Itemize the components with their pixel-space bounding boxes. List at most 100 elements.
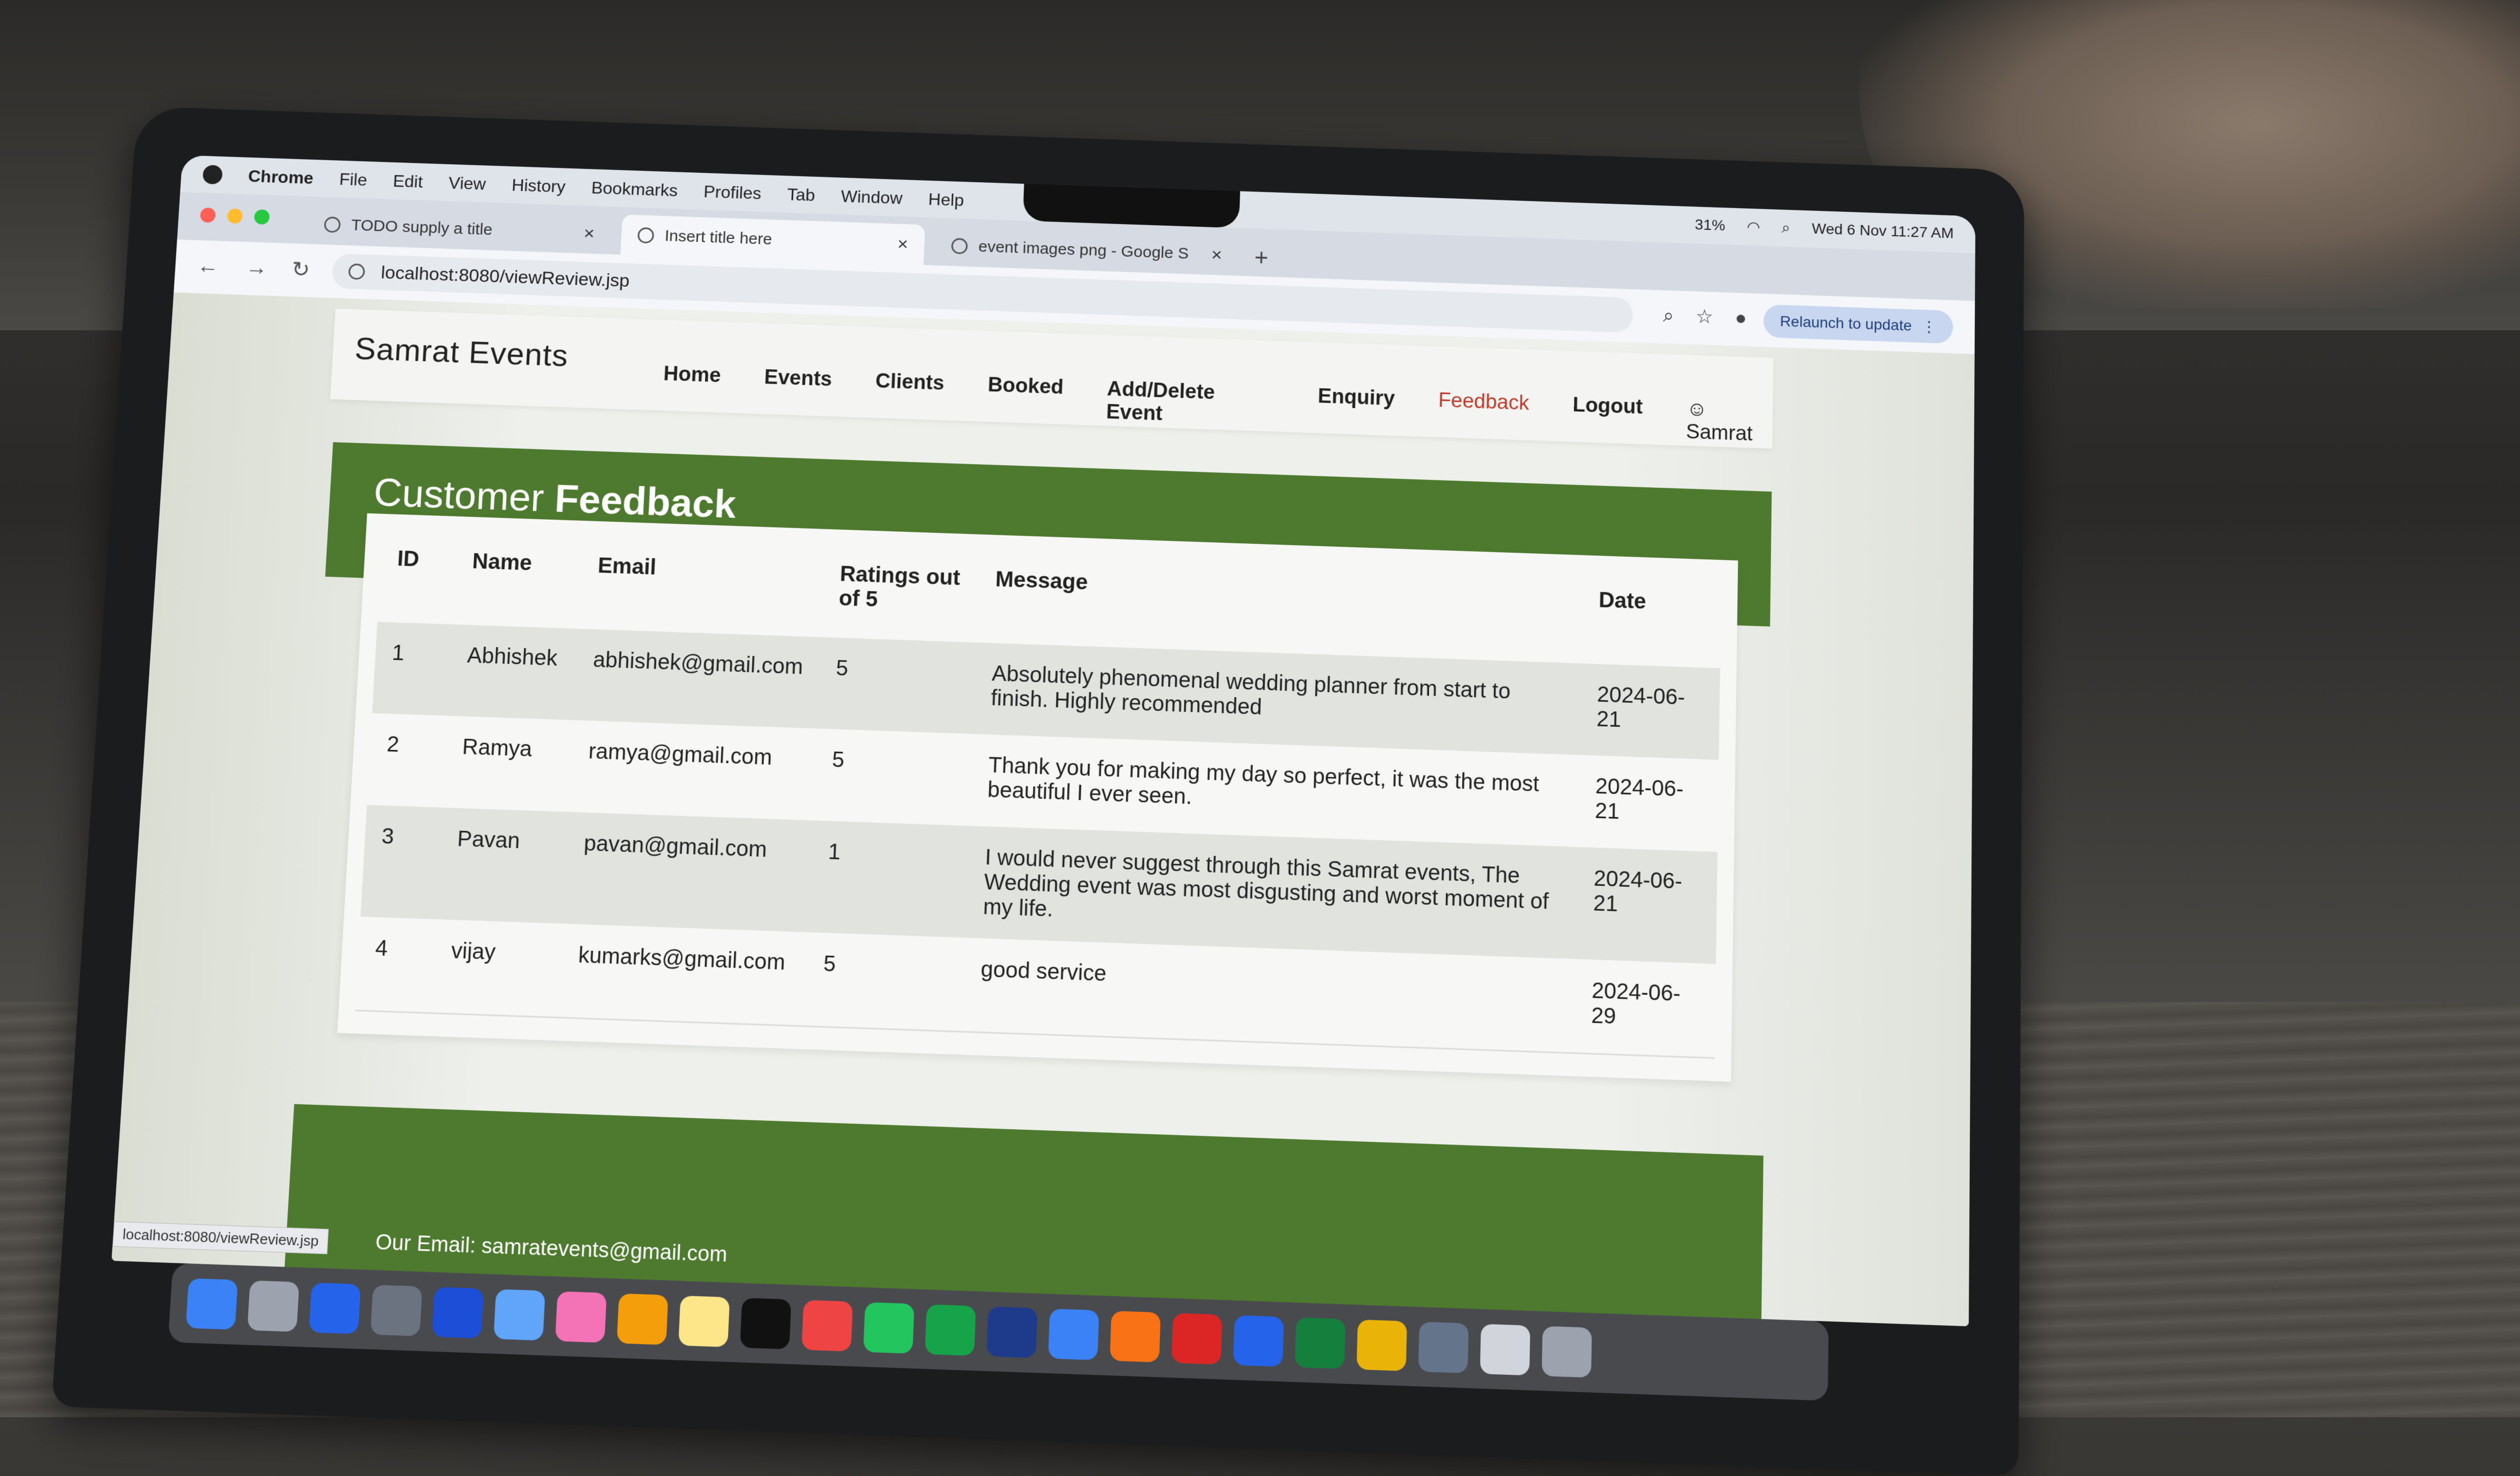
clock[interactable]: Wed 6 Nov 11:27 AM xyxy=(1812,220,1954,242)
cell-name: Ramya xyxy=(461,734,533,761)
chrome-icon[interactable] xyxy=(863,1302,915,1354)
keynote-icon[interactable] xyxy=(432,1287,484,1339)
close-tab-icon[interactable]: × xyxy=(1211,244,1223,265)
back-icon[interactable]: ← xyxy=(197,254,220,279)
nav-booked[interactable]: Booked xyxy=(986,374,1064,422)
disk-utility-icon[interactable] xyxy=(1418,1321,1469,1374)
cell-name: vijay xyxy=(431,919,563,1018)
toolbar-icons: ⌕ ☆ ● xyxy=(1663,304,1747,330)
spring-icon[interactable] xyxy=(1295,1317,1346,1369)
zoom-window-button[interactable] xyxy=(254,209,270,225)
nav-user[interactable]: ☺Samrat xyxy=(1686,397,1773,446)
col-id: ID xyxy=(397,547,420,571)
site-brand[interactable]: Samrat Events xyxy=(354,331,569,374)
cell-id: 4 xyxy=(355,916,437,1014)
cell-id: 2 xyxy=(386,732,400,757)
script-icon[interactable] xyxy=(1480,1324,1530,1376)
apple-menu-icon[interactable] xyxy=(202,165,223,185)
trash-icon[interactable] xyxy=(1541,1326,1592,1378)
menu-edit[interactable]: Edit xyxy=(393,171,423,192)
cell-email: abhishek@gmail.com xyxy=(573,629,821,729)
window-controls xyxy=(199,207,270,225)
menu-help[interactable]: Help xyxy=(928,189,964,210)
pages-icon[interactable] xyxy=(616,1293,669,1346)
mail-icon[interactable] xyxy=(493,1289,546,1341)
git-icon[interactable] xyxy=(1171,1312,1223,1365)
forward-icon[interactable]: → xyxy=(245,255,268,280)
page-title-part-b: Feedback xyxy=(553,477,737,527)
relaunch-button[interactable]: Relaunch to update ⋮ xyxy=(1763,304,1953,344)
cell-name: Abhishek xyxy=(447,624,578,720)
finder-icon[interactable] xyxy=(186,1278,238,1330)
col-ratings: Ratings out of 5 xyxy=(838,562,961,612)
nav-events[interactable]: Events xyxy=(763,366,833,415)
col-date: Date xyxy=(1598,588,1647,614)
menu-app-name[interactable]: Chrome xyxy=(248,166,314,188)
globe-icon xyxy=(323,216,341,233)
menu-history[interactable]: History xyxy=(511,175,566,197)
spotlight-search-icon[interactable]: ⌕ xyxy=(1782,219,1790,237)
cell-rating: 5 xyxy=(804,932,966,1032)
menu-bookmarks[interactable]: Bookmarks xyxy=(591,178,678,200)
page-title-part-a: Customer xyxy=(372,471,545,520)
eclipse-icon[interactable] xyxy=(986,1306,1038,1358)
whatsapp-icon[interactable] xyxy=(925,1304,976,1356)
cell-date: 2024-06-21 xyxy=(1579,663,1720,760)
cell-id: 1 xyxy=(372,622,453,716)
minimize-window-button[interactable] xyxy=(226,208,243,224)
menu-profiles[interactable]: Profiles xyxy=(703,182,762,203)
tab-title: Insert title here xyxy=(664,227,773,248)
cell-rating: 1 xyxy=(808,820,970,938)
cell-date: 2024-06-21 xyxy=(1594,774,1684,824)
tab-title: TODO supply a title xyxy=(350,216,493,239)
photos-icon[interactable] xyxy=(555,1291,607,1343)
terminal-icon[interactable] xyxy=(740,1298,791,1349)
close-tab-icon[interactable]: × xyxy=(897,233,909,254)
web-page: Samrat Events Home Events Clients Booked… xyxy=(111,292,1975,1327)
nav-feedback[interactable]: Feedback xyxy=(1437,389,1529,438)
notes-icon[interactable] xyxy=(678,1295,730,1347)
menu-view[interactable]: View xyxy=(448,173,486,194)
site-info-icon[interactable] xyxy=(348,263,366,280)
reload-icon[interactable]: ↻ xyxy=(291,257,311,282)
nav-home[interactable]: Home xyxy=(662,362,721,410)
user-name: Samrat xyxy=(1686,420,1753,445)
wifi-icon[interactable]: ◠ xyxy=(1747,218,1760,236)
camera-notch xyxy=(1023,183,1240,228)
new-tab-icon[interactable]: + xyxy=(1254,244,1269,271)
zoom-icon[interactable]: ⌕ xyxy=(1663,304,1675,327)
cell-email: pavan@gmail.com xyxy=(563,811,813,933)
close-window-button[interactable] xyxy=(199,207,216,223)
launchpad-icon[interactable] xyxy=(247,1280,300,1332)
more-options-icon: ⋮ xyxy=(1921,318,1937,335)
nav-clients[interactable]: Clients xyxy=(874,370,945,418)
play-icon[interactable] xyxy=(1048,1308,1099,1360)
cell-email: ramya@gmail.com xyxy=(588,739,773,770)
col-email: Email xyxy=(597,553,657,580)
app-store-icon[interactable] xyxy=(308,1282,361,1335)
laptop: Chrome File Edit View History Bookmarks … xyxy=(51,106,2024,1476)
menubar-status: 31% ◠ ⌕ Wed 6 Nov 11:27 AM xyxy=(1695,216,1953,243)
profile-avatar-icon[interactable]: ● xyxy=(1735,307,1747,330)
close-tab-icon[interactable]: × xyxy=(583,223,595,244)
cell-name: Pavan xyxy=(436,807,569,924)
url-text[interactable]: localhost:8080/viewReview.jsp xyxy=(381,262,630,291)
package-icon[interactable] xyxy=(1356,1319,1408,1371)
nav-enquiry[interactable]: Enquiry xyxy=(1317,385,1395,433)
nav-logout[interactable]: Logout xyxy=(1572,394,1643,442)
feedback-table: ID Name Email Ratings out of 5 Message D… xyxy=(355,535,1721,1059)
menu-tab[interactable]: Tab xyxy=(787,184,816,205)
cell-date: 2024-06-29 xyxy=(1573,958,1716,1058)
cell-rating: 5 xyxy=(831,748,845,772)
bookmark-star-icon[interactable]: ☆ xyxy=(1696,305,1713,329)
system-settings-icon[interactable] xyxy=(370,1284,422,1337)
menu-window[interactable]: Window xyxy=(840,186,903,208)
nav-add-delete-event[interactable]: Add/Delete Event xyxy=(1106,378,1275,429)
col-name: Name xyxy=(471,549,533,575)
battery-percentage[interactable]: 31% xyxy=(1695,216,1725,235)
sketch-icon[interactable] xyxy=(1110,1310,1161,1363)
vscode-icon[interactable] xyxy=(1233,1315,1284,1367)
youtube-icon[interactable] xyxy=(801,1300,853,1352)
cell-message: I would never suggest through this Samra… xyxy=(965,826,1578,959)
menu-file[interactable]: File xyxy=(339,169,368,189)
